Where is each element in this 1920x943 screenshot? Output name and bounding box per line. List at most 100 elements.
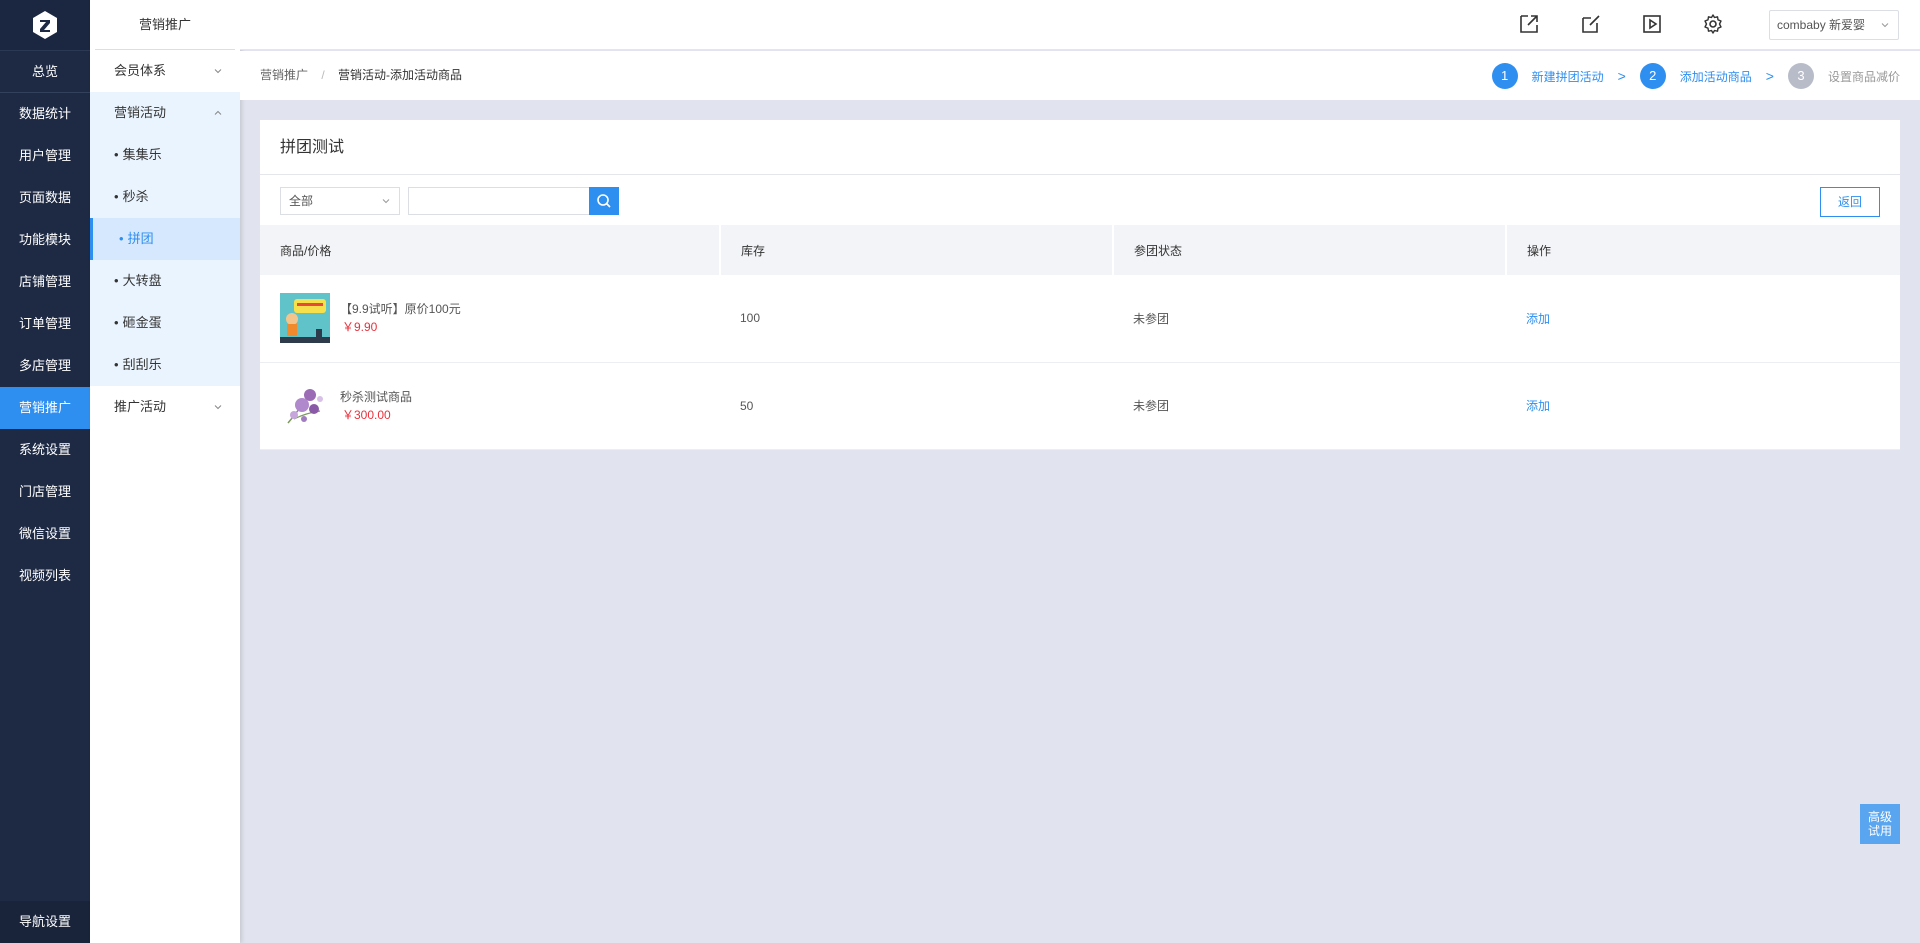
main-nav: 总览 数据统计 用户管理 页面数据 功能模块 店铺管理 订单管理 多店管理 营销… bbox=[0, 0, 90, 943]
sidebar-item-label: 秒杀 bbox=[122, 189, 149, 204]
chevron-down-icon bbox=[214, 405, 222, 410]
nav-item-wechat[interactable]: 微信设置 bbox=[0, 513, 90, 555]
breadcrumb-separator: / bbox=[321, 68, 325, 82]
breadcrumb-parent[interactable]: 营销推广 bbox=[260, 68, 308, 82]
nav-item-statistics[interactable]: 数据统计 bbox=[0, 93, 90, 135]
column-header-product: 商品/价格 bbox=[260, 225, 721, 275]
nav-item-store[interactable]: 店铺管理 bbox=[0, 261, 90, 303]
nav-settings-button[interactable]: 导航设置 bbox=[0, 901, 90, 943]
card-title: 拼团测试 bbox=[260, 120, 1900, 175]
step-1: 1 新建拼团活动 bbox=[1491, 63, 1604, 89]
step-indicator: 1 新建拼团活动 > 2 添加活动商品 > 3 设置商品减价 bbox=[1491, 63, 1900, 89]
step-number: 2 bbox=[1639, 63, 1666, 89]
sidebar-item-group-buy[interactable]: • 拼团 bbox=[90, 218, 240, 260]
step-label: 设置商品减价 bbox=[1827, 69, 1900, 84]
nav-item-orders[interactable]: 订单管理 bbox=[0, 303, 90, 345]
nav-item-modules[interactable]: 功能模块 bbox=[0, 219, 90, 261]
step-3: 3 设置商品减价 bbox=[1787, 63, 1900, 89]
product-price: ￥300.00 bbox=[342, 407, 391, 422]
sidebar-item-label: 大转盘 bbox=[122, 273, 162, 288]
breadcrumb-current: 营销活动-添加活动商品 bbox=[338, 68, 463, 82]
category-select[interactable]: 全部 bbox=[280, 187, 400, 215]
step-label: 添加活动商品 bbox=[1679, 69, 1752, 84]
sidebar-item-scratch[interactable]: • 刮刮乐 bbox=[90, 344, 240, 386]
sidebar-group-label: 推广活动 bbox=[114, 399, 167, 414]
search-icon bbox=[597, 194, 611, 208]
chevron-right-icon: > bbox=[1617, 68, 1626, 84]
nav-item-overview[interactable]: 总览 bbox=[0, 51, 90, 93]
app-logo[interactable] bbox=[0, 0, 90, 51]
sub-sidebar-title: 营销推广 bbox=[95, 0, 235, 50]
sidebar-item-label: 拼团 bbox=[127, 231, 154, 246]
column-header-action: 操作 bbox=[1506, 225, 1900, 275]
chevron-down-icon bbox=[382, 199, 390, 204]
sidebar-activity-list: • 集集乐 • 秒杀 • 拼团 • 大转盘 • 砸金蛋 • 刮刮乐 bbox=[90, 134, 240, 386]
product-price: ￥9.90 bbox=[342, 320, 378, 335]
sub-sidebar: 营销推广 会员体系 营销活动 • 集集乐 • 秒杀 • 拼团 • 大转盘 • 砸金蛋 • 刮… bbox=[90, 0, 240, 943]
step-number: 1 bbox=[1491, 63, 1518, 89]
sidebar-item-label: 刮刮乐 bbox=[122, 357, 162, 372]
stock-cell: 100 bbox=[720, 275, 1113, 363]
product-thumbnail bbox=[280, 293, 330, 344]
nav-item-users[interactable]: 用户管理 bbox=[0, 135, 90, 177]
product-name: 秒杀测试商品 bbox=[340, 389, 413, 404]
play-icon[interactable] bbox=[1640, 12, 1664, 36]
column-header-status: 参团状态 bbox=[1113, 225, 1507, 275]
store-select[interactable]: combaby 新爱婴 bbox=[1769, 10, 1899, 40]
chevron-down-icon bbox=[214, 69, 222, 74]
sidebar-item-flash-sale[interactable]: • 秒杀 bbox=[90, 176, 240, 218]
step-label: 新建拼团活动 bbox=[1531, 69, 1604, 84]
sidebar-item-label: 集集乐 bbox=[122, 147, 162, 162]
sidebar-group-activities[interactable]: 营销活动 bbox=[90, 92, 240, 134]
stock-cell: 50 bbox=[720, 362, 1113, 450]
sidebar-item-jijile[interactable]: • 集集乐 bbox=[90, 134, 240, 176]
search-button[interactable] bbox=[589, 187, 619, 215]
nav-item-marketing[interactable]: 营销推广 bbox=[0, 387, 90, 429]
step-number: 3 bbox=[1787, 63, 1814, 89]
sidebar-item-label: 砸金蛋 bbox=[122, 315, 162, 330]
nav-item-page-data[interactable]: 页面数据 bbox=[0, 177, 90, 219]
advanced-trial-line2: 试用 bbox=[1867, 824, 1892, 838]
back-button[interactable]: 返回 bbox=[1820, 187, 1880, 217]
add-product-link[interactable]: 添加 bbox=[1526, 312, 1550, 326]
add-product-link[interactable]: 添加 bbox=[1526, 399, 1550, 413]
logo-icon bbox=[33, 11, 57, 39]
status-cell: 未参团 bbox=[1113, 362, 1506, 450]
table-row: 秒杀测试商品 ￥300.00 50 未参团 添加 bbox=[260, 362, 1900, 450]
step-2: 2 添加活动商品 bbox=[1639, 63, 1752, 89]
chevron-up-icon bbox=[214, 110, 222, 115]
goods-table: 商品/价格 库存 参团状态 操作 【9.9试听】原价100元 ￥9.90 100… bbox=[260, 225, 1900, 450]
advanced-trial-button[interactable]: 高级 试用 bbox=[1860, 804, 1900, 844]
edit-icon[interactable] bbox=[1579, 12, 1603, 36]
breadcrumb-bar: 营销推广 / 营销活动-添加活动商品 1 新建拼团活动 > 2 添加活动商品 >… bbox=[240, 51, 1920, 100]
table-row: 【9.9试听】原价100元 ￥9.90 100 未参团 添加 bbox=[260, 275, 1900, 363]
category-select-value: 全部 bbox=[289, 194, 314, 208]
activity-card: 拼团测试 全部 返回 商品/价格 库存 参团状态 操作 【9.9试听】原价100… bbox=[260, 120, 1900, 450]
top-bar: combaby 新爱婴 bbox=[240, 0, 1920, 50]
action-cell: 添加 bbox=[1506, 362, 1900, 450]
status-cell: 未参团 bbox=[1113, 275, 1506, 363]
sidebar-group-promotion[interactable]: 推广活动 bbox=[90, 386, 240, 428]
sidebar-item-wheel[interactable]: • 大转盘 bbox=[90, 260, 240, 302]
advanced-trial-line1: 高级 bbox=[1867, 810, 1892, 824]
nav-item-shops[interactable]: 门店管理 bbox=[0, 471, 90, 513]
nav-item-videos[interactable]: 视频列表 bbox=[0, 555, 90, 597]
filter-toolbar: 全部 返回 bbox=[260, 175, 1900, 225]
column-header-stock: 库存 bbox=[720, 225, 1114, 275]
gear-icon[interactable] bbox=[1701, 12, 1725, 36]
product-name: 【9.9试听】原价100元 bbox=[340, 302, 461, 317]
external-link-icon[interactable] bbox=[1517, 12, 1541, 36]
chevron-right-icon: > bbox=[1765, 68, 1774, 84]
store-select-value: combaby 新爱婴 bbox=[1777, 18, 1866, 32]
product-cell: 秒杀测试商品 ￥300.00 bbox=[260, 362, 720, 450]
sidebar-item-golden-egg[interactable]: • 砸金蛋 bbox=[90, 302, 240, 344]
sidebar-group-label: 会员体系 bbox=[114, 63, 167, 78]
nav-item-system[interactable]: 系统设置 bbox=[0, 429, 90, 471]
action-cell: 添加 bbox=[1506, 275, 1900, 363]
nav-item-multistore[interactable]: 多店管理 bbox=[0, 345, 90, 387]
chevron-down-icon bbox=[1881, 23, 1889, 28]
table-header-row: 商品/价格 库存 参团状态 操作 bbox=[260, 225, 1900, 275]
search-input[interactable] bbox=[408, 187, 590, 215]
breadcrumb: 营销推广 / 营销活动-添加活动商品 bbox=[260, 51, 462, 100]
sidebar-group-membership[interactable]: 会员体系 bbox=[90, 50, 240, 92]
